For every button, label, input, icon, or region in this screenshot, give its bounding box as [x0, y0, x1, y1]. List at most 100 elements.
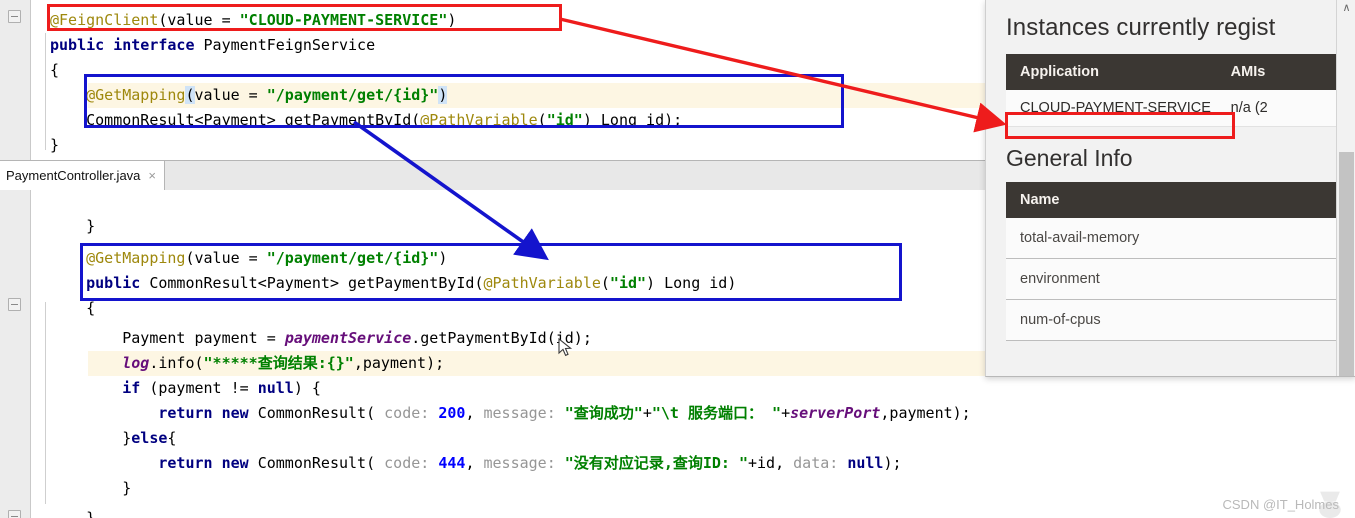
instances-table: Application AMIs CLOUD-PAYMENT-SERVICE n… [1006, 54, 1336, 127]
mouse-cursor-icon [558, 338, 573, 357]
code-line: return new CommonResult( code: 444, mess… [50, 451, 902, 476]
code-token: message: [483, 454, 565, 472]
code-token: CommonResult( [248, 404, 385, 422]
code-token: { [50, 61, 60, 79]
screenshot-root: @FeignClient(value = "CLOUD-PAYMENT-SERV… [0, 0, 1355, 518]
code-token: 200 [438, 404, 466, 422]
fold-toggle-class-end[interactable] [8, 510, 21, 518]
watermark: CSDN @IT_Holmes [1222, 497, 1340, 512]
code-line: } [50, 476, 131, 501]
code-token: "/payment/get/{id}" [266, 249, 439, 267]
code-token: ,payment); [880, 404, 971, 422]
code-token: ( [537, 111, 547, 129]
code-token: if [122, 379, 141, 397]
tab-label: PaymentController.java [6, 168, 141, 183]
column-header-name: Name [1020, 192, 1060, 208]
code-token: serverPort [790, 404, 881, 422]
vertical-scrollbar[interactable]: ∧ [1336, 0, 1355, 376]
tab-payment-controller[interactable]: PaymentController.java × [0, 161, 165, 190]
code-token: } [50, 217, 96, 235]
code-token: "id" [546, 111, 583, 129]
code-token: ) [447, 11, 457, 29]
code-line: }else{ [50, 426, 176, 451]
code-token: return [158, 404, 222, 422]
code-token: new [221, 454, 249, 472]
code-line: { [50, 296, 95, 321]
fold-toggle-top[interactable] [8, 10, 21, 23]
fold-toggle-method[interactable] [8, 298, 21, 311]
code-token: "/payment/get/{id}" [266, 86, 439, 104]
code-line: public CommonResult<Payment> getPaymentB… [50, 271, 736, 296]
editor-gutter-bottom [0, 190, 31, 518]
eureka-dashboard-overlay: Instances currently regist Application A… [985, 0, 1355, 377]
code-token: message: [483, 404, 565, 422]
code-token: @PathVariable [420, 111, 538, 129]
code-line: } [50, 133, 59, 158]
close-icon[interactable]: × [148, 168, 156, 183]
code-line: if (payment != null) { [50, 376, 321, 401]
code-token: public [86, 274, 150, 292]
code-token: , [465, 454, 484, 472]
general-info-table: Name total-avail-memory environment num-… [1006, 182, 1336, 341]
instances-title: Instances currently regist [1006, 14, 1276, 41]
code-token: .info( [149, 354, 204, 372]
code-token: "查询成功" [564, 404, 643, 422]
code-token: PaymentFeignService [203, 36, 376, 54]
fold-guide-line-bottom [45, 302, 46, 504]
table-row: CLOUD-PAYMENT-SERVICE n/a (2 [1006, 90, 1336, 127]
code-token: ); [883, 454, 902, 472]
code-line: } [50, 506, 95, 518]
cell-amis: n/a (2 [1230, 100, 1268, 116]
code-token: @GetMapping [86, 86, 186, 104]
column-header-amis: AMIs [1230, 64, 1266, 80]
code-token: + [642, 404, 652, 422]
code-token: } [50, 136, 60, 154]
code-token: "CLOUD-PAYMENT-SERVICE" [239, 11, 448, 29]
editor-gutter-top [0, 0, 31, 160]
code-token: Payment payment = [50, 329, 285, 347]
code-token: ) Long id) [646, 274, 737, 292]
code-token: } [50, 479, 132, 497]
code-token: return [158, 454, 222, 472]
scroll-up-arrow-icon[interactable]: ∧ [1340, 2, 1353, 15]
code-token: null [257, 379, 294, 397]
code-token: ) [438, 86, 448, 104]
code-token: (payment != [140, 379, 258, 397]
code-token: "\t 服务端口： " [651, 404, 782, 422]
code-token: CommonResult( [248, 454, 385, 472]
code-line: @GetMapping(value = "/payment/get/{id}") [50, 83, 448, 108]
list-item: environment [1006, 259, 1336, 300]
code-token: , [465, 404, 484, 422]
code-token: @PathVariable [483, 274, 601, 292]
code-token: @FeignClient [50, 11, 159, 29]
code-line: return new CommonResult( code: 200, mess… [50, 401, 971, 426]
code-line: @FeignClient(value = "CLOUD-PAYMENT-SERV… [50, 8, 456, 33]
code-token: "*****查询结果:{}" [203, 354, 354, 372]
code-line: { [50, 58, 59, 83]
code-token: new [221, 404, 249, 422]
code-token: paymentService [284, 329, 412, 347]
code-token: 444 [438, 454, 466, 472]
fold-guide-line-top [45, 33, 46, 150]
code-token: code: [384, 454, 439, 472]
code-token: value = [194, 86, 267, 104]
scrollbar-thumb[interactable] [1339, 152, 1354, 376]
code-token: { [167, 429, 177, 447]
code-line: public interface PaymentFeignService [50, 33, 375, 58]
code-line: log.info("*****查询结果:{}",payment); [50, 351, 444, 376]
instances-table-header: Application AMIs [1006, 54, 1336, 90]
code-token: + [781, 404, 791, 422]
cell-application[interactable]: CLOUD-PAYMENT-SERVICE [1006, 100, 1231, 116]
code-token: { [50, 299, 96, 317]
code-token: (value = [185, 249, 267, 267]
general-info-title: General Info [1006, 145, 1133, 171]
code-line: CommonResult<Payment> getPaymentById(@Pa… [50, 108, 682, 133]
general-info-table-header: Name [1006, 182, 1336, 218]
